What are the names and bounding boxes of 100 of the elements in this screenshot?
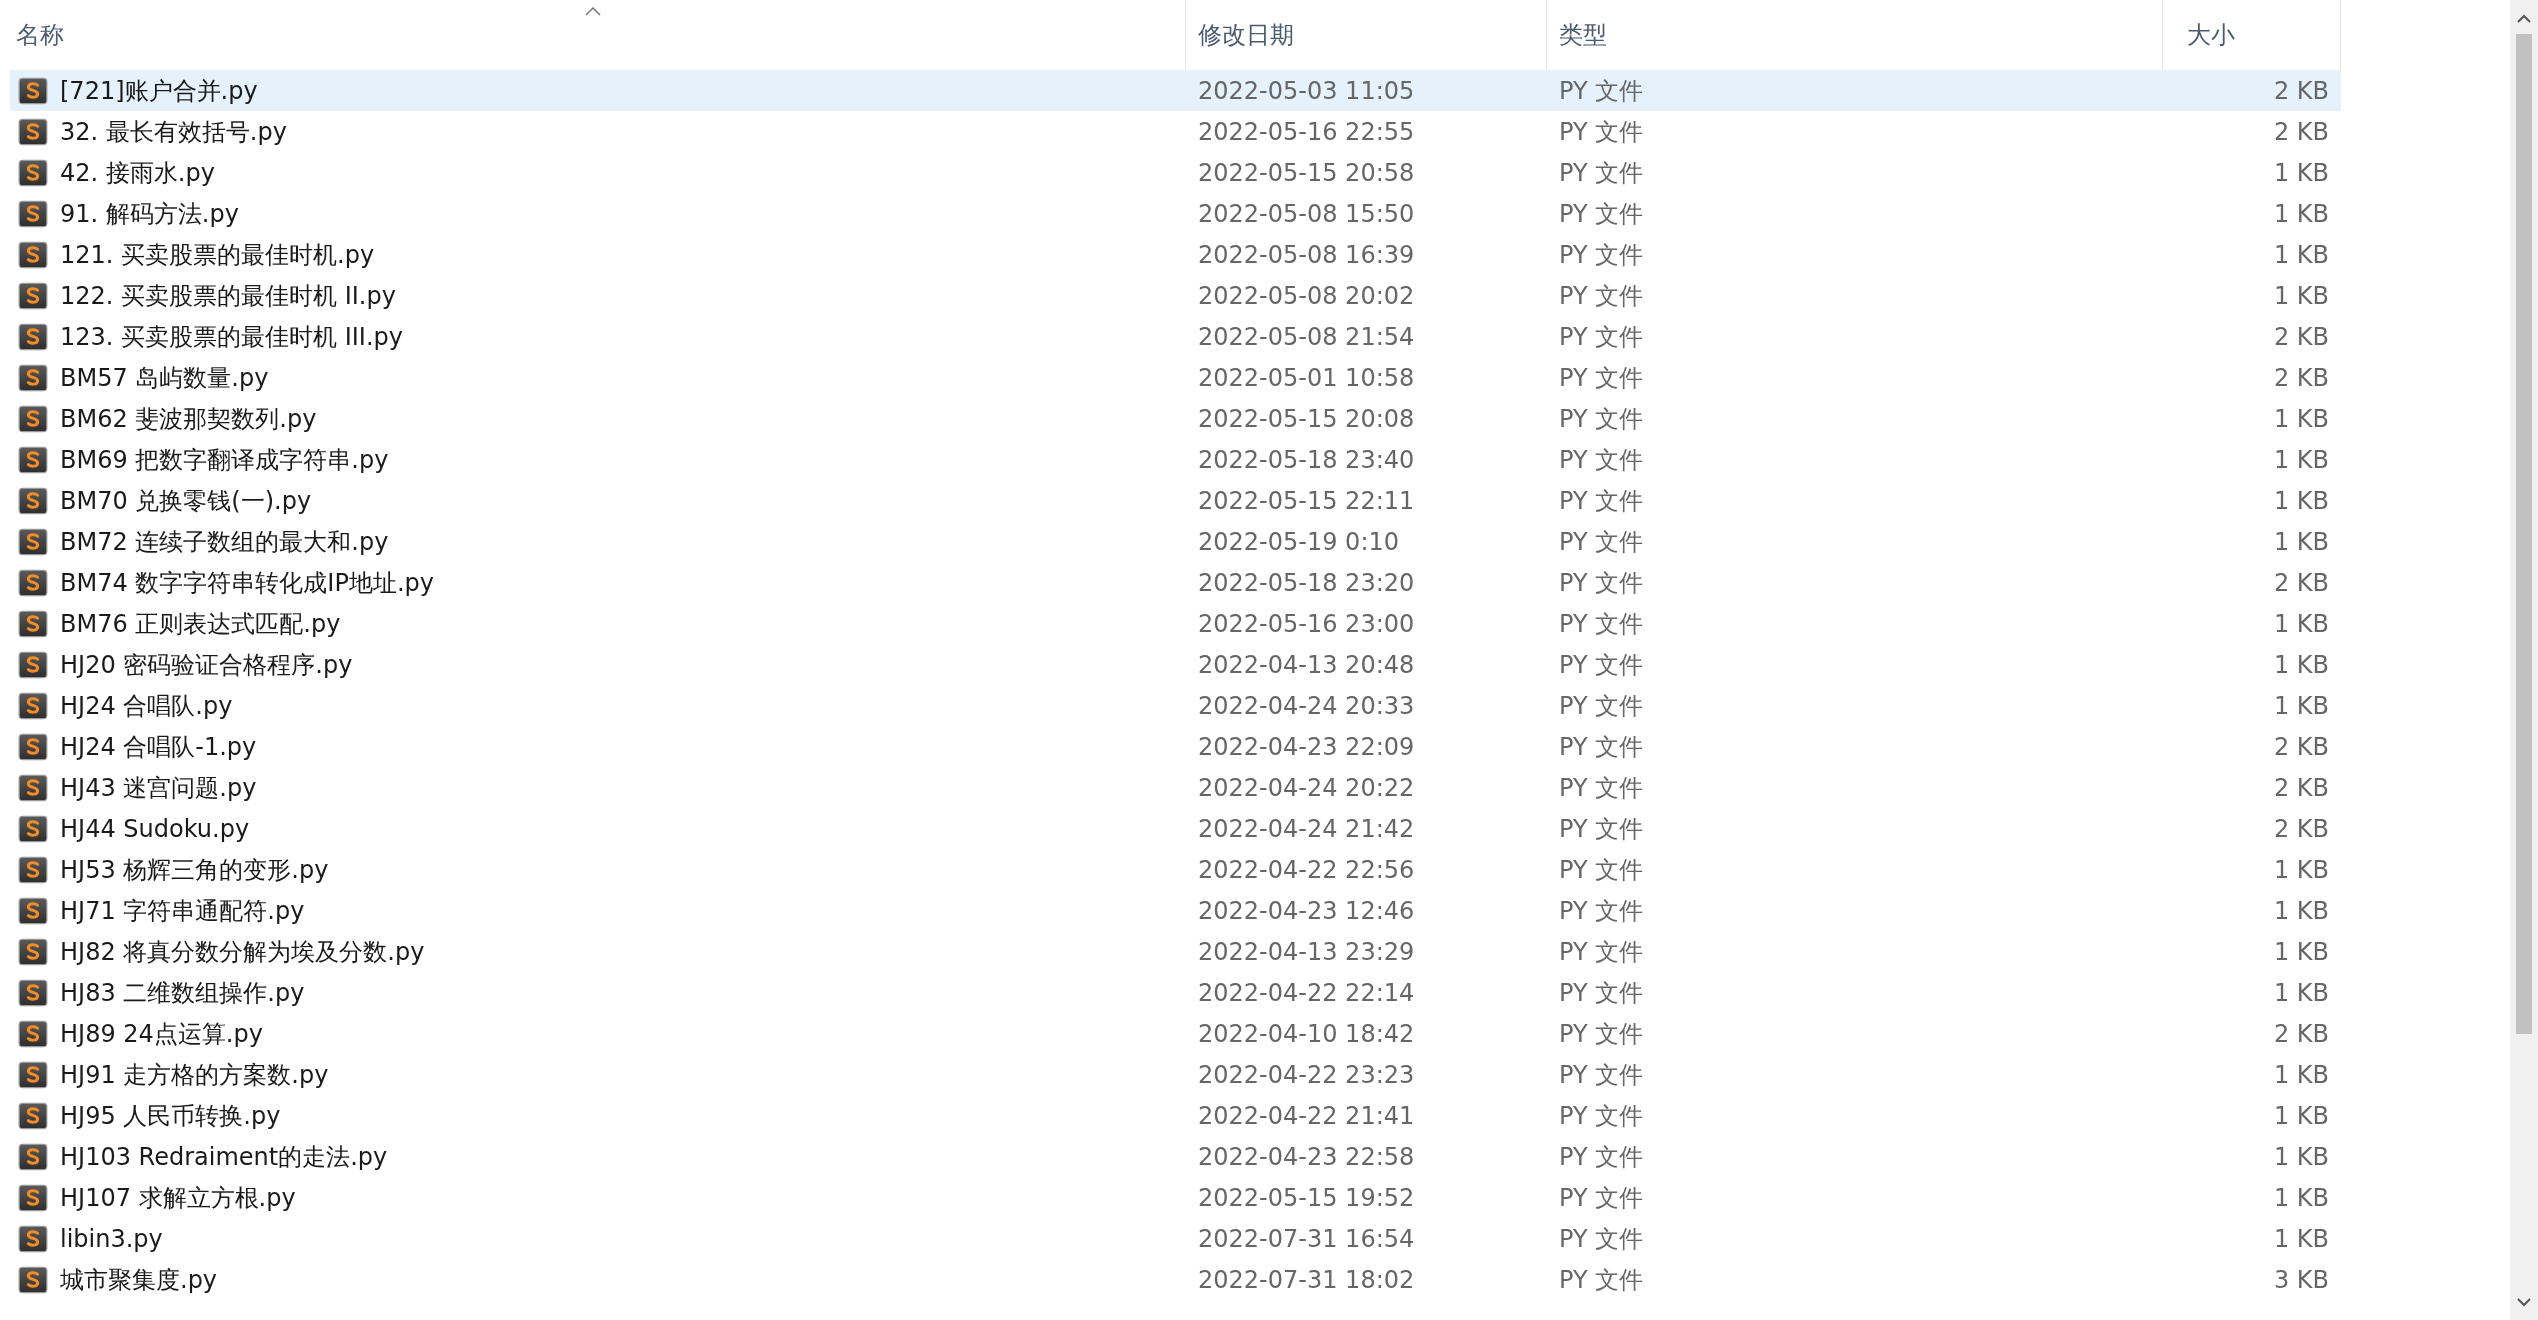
- file-row[interactable]: HJ24 合唱队.py 2022-04-24 20:33 PY 文件 1 KB: [10, 685, 2341, 726]
- file-size: 1 KB: [2272, 199, 2330, 228]
- file-icon: [18, 198, 48, 229]
- file-name: HJ53 杨辉三角的变形.py: [60, 854, 329, 886]
- file-name: 123. 买卖股票的最佳时机 III.py: [60, 321, 403, 353]
- file-name: HJ95 人民币转换.py: [60, 1100, 281, 1132]
- file-size: 2 KB: [2272, 363, 2330, 392]
- modified-date: 2022-05-19 0:10: [1197, 527, 1400, 556]
- modified-date: 2022-05-08 21:54: [1197, 322, 1416, 351]
- file-row[interactable]: BM69 把数字翻译成字符串.py 2022-05-18 23:40 PY 文件 1 KB: [10, 439, 2341, 480]
- file-row[interactable]: [721]账户合并.py 2022-05-03 11:05 PY 文件 2 KB: [10, 70, 2341, 111]
- file-row[interactable]: HJ24 合唱队-1.py 2022-04-23 22:09 PY 文件 2 KB: [10, 726, 2341, 767]
- modified-date: 2022-05-15 20:08: [1197, 404, 1416, 433]
- scrollbar-thumb[interactable]: [2516, 34, 2532, 1034]
- file-type: PY 文件: [1558, 854, 1645, 886]
- file-size: 1 KB: [2272, 1224, 2330, 1253]
- file-type: PY 文件: [1558, 403, 1645, 435]
- file-type: PY 文件: [1558, 567, 1645, 599]
- file-type: PY 文件: [1558, 444, 1645, 476]
- file-name: 121. 买卖股票的最佳时机.py: [60, 239, 375, 271]
- file-row[interactable]: HJ91 走方格的方案数.py 2022-04-22 23:23 PY 文件 1 KB: [10, 1054, 2341, 1095]
- file-icon: [18, 1264, 48, 1295]
- file-row[interactable]: BM76 正则表达式匹配.py 2022-05-16 23:00 PY 文件 1 KB: [10, 603, 2341, 644]
- file-name: HJ24 合唱队.py: [60, 690, 233, 722]
- modified-date: 2022-05-08 15:50: [1197, 199, 1416, 228]
- file-row[interactable]: HJ89 24点运算.py 2022-04-10 18:42 PY 文件 2 KB: [10, 1013, 2341, 1054]
- file-type: PY 文件: [1558, 321, 1645, 353]
- file-icon: [18, 977, 48, 1008]
- file-type: PY 文件: [1558, 1100, 1645, 1132]
- file-name: 122. 买卖股票的最佳时机 II.py: [60, 280, 396, 312]
- file-name: HJ89 24点运算.py: [60, 1018, 263, 1050]
- modified-date: 2022-05-18 23:40: [1197, 445, 1416, 474]
- file-row[interactable]: HJ53 杨辉三角的变形.py 2022-04-22 22:56 PY 文件 1 KB: [10, 849, 2341, 890]
- file-icon: [18, 690, 48, 721]
- file-row[interactable]: HJ71 字符串通配符.py 2022-04-23 12:46 PY 文件 1 KB: [10, 890, 2341, 931]
- file-row[interactable]: libin3.py 2022-07-31 16:54 PY 文件 1 KB: [10, 1218, 2341, 1259]
- file-row[interactable]: 91. 解码方法.py 2022-05-08 15:50 PY 文件 1 KB: [10, 193, 2341, 234]
- file-name: 城市聚集度.py: [60, 1264, 218, 1296]
- file-row[interactable]: HJ83 二维数组操作.py 2022-04-22 22:14 PY 文件 1 KB: [10, 972, 2341, 1013]
- file-row[interactable]: HJ95 人民币转换.py 2022-04-22 21:41 PY 文件 1 KB: [10, 1095, 2341, 1136]
- modified-date: 2022-04-10 18:42: [1197, 1019, 1416, 1048]
- file-row[interactable]: 121. 买卖股票的最佳时机.py 2022-05-08 16:39 PY 文件 1 KB: [10, 234, 2341, 275]
- file-name: HJ20 密码验证合格程序.py: [60, 649, 353, 681]
- file-size: 2 KB: [2272, 814, 2330, 843]
- file-row[interactable]: 123. 买卖股票的最佳时机 III.py 2022-05-08 21:54 PY 文件 2 KB: [10, 316, 2341, 357]
- modified-date: 2022-07-31 18:02: [1197, 1265, 1416, 1294]
- file-size: 2 KB: [2272, 1019, 2330, 1048]
- file-row[interactable]: 122. 买卖股票的最佳时机 II.py 2022-05-08 20:02 PY 文件 1 KB: [10, 275, 2341, 316]
- modified-date: 2022-05-01 10:58: [1197, 363, 1416, 392]
- file-type: PY 文件: [1558, 813, 1645, 845]
- file-row[interactable]: HJ107 求解立方根.py 2022-05-15 19:52 PY 文件 1 KB: [10, 1177, 2341, 1218]
- file-row[interactable]: BM74 数字字符串转化成IP地址.py 2022-05-18 23:20 PY 文件 2 KB: [10, 562, 2341, 603]
- modified-date: 2022-05-15 19:52: [1197, 1183, 1416, 1212]
- file-type: PY 文件: [1558, 526, 1645, 558]
- file-row[interactable]: HJ20 密码验证合格程序.py 2022-04-13 20:48 PY 文件 1 KB: [10, 644, 2341, 685]
- file-size: 1 KB: [2272, 1183, 2330, 1212]
- file-size: 1 KB: [2272, 158, 2330, 187]
- file-name: [721]账户合并.py: [60, 75, 258, 107]
- file-name: HJ107 求解立方根.py: [60, 1182, 296, 1214]
- scroll-up-icon[interactable]: [2517, 13, 2531, 23]
- modified-date: 2022-05-15 22:11: [1197, 486, 1416, 515]
- file-name: 91. 解码方法.py: [60, 198, 239, 230]
- file-size: 1 KB: [2272, 1101, 2330, 1130]
- file-icon: [18, 403, 48, 434]
- file-type: PY 文件: [1558, 772, 1645, 804]
- file-icon: [18, 362, 48, 393]
- file-row[interactable]: BM70 兑换零钱(一).py 2022-05-15 22:11 PY 文件 1 KB: [10, 480, 2341, 521]
- modified-date: 2022-04-23 22:58: [1197, 1142, 1416, 1171]
- file-row[interactable]: HJ82 将真分数分解为埃及分数.py 2022-04-13 23:29 PY 文件 1 KB: [10, 931, 2341, 972]
- file-type: PY 文件: [1558, 977, 1645, 1009]
- file-row[interactable]: BM62 斐波那契数列.py 2022-05-15 20:08 PY 文件 1 KB: [10, 398, 2341, 439]
- modified-date: 2022-04-22 22:14: [1197, 978, 1416, 1007]
- file-row[interactable]: 城市聚集度.py 2022-07-31 18:02 PY 文件 3 KB: [10, 1259, 2341, 1300]
- file-size: 1 KB: [2272, 691, 2330, 720]
- modified-date: 2022-04-24 20:22: [1197, 773, 1416, 802]
- file-type: PY 文件: [1558, 485, 1645, 517]
- file-row[interactable]: 42. 接雨水.py 2022-05-15 20:58 PY 文件 1 KB: [10, 152, 2341, 193]
- scroll-down-icon[interactable]: [2517, 1297, 2531, 1307]
- modified-date: 2022-05-18 23:20: [1197, 568, 1416, 597]
- file-row[interactable]: 32. 最长有效括号.py 2022-05-16 22:55 PY 文件 2 KB: [10, 111, 2341, 152]
- file-name: BM72 连续子数组的最大和.py: [60, 526, 389, 558]
- file-type: PY 文件: [1558, 75, 1645, 107]
- file-icon: [18, 485, 48, 516]
- file-name: 42. 接雨水.py: [60, 157, 215, 189]
- file-row[interactable]: HJ103 Redraiment的走法.py 2022-04-23 22:58 PY 文件 1 KB: [10, 1136, 2341, 1177]
- file-row[interactable]: HJ44 Sudoku.py 2022-04-24 21:42 PY 文件 2 KB: [10, 808, 2341, 849]
- file-type: PY 文件: [1558, 1059, 1645, 1091]
- modified-date: 2022-04-24 20:33: [1197, 691, 1416, 720]
- file-name: HJ44 Sudoku.py: [60, 814, 250, 843]
- file-row[interactable]: BM57 岛屿数量.py 2022-05-01 10:58 PY 文件 2 KB: [10, 357, 2341, 398]
- file-icon: [18, 608, 48, 639]
- file-row[interactable]: BM72 连续子数组的最大和.py 2022-05-19 0:10 PY 文件 1 KB: [10, 521, 2341, 562]
- file-type: PY 文件: [1558, 690, 1645, 722]
- file-size: 3 KB: [2272, 1265, 2330, 1294]
- modified-date: 2022-04-13 23:29: [1197, 937, 1416, 966]
- modified-date: 2022-04-22 23:23: [1197, 1060, 1416, 1089]
- file-name: HJ83 二维数组操作.py: [60, 977, 305, 1009]
- file-icon: [18, 1141, 48, 1172]
- file-row[interactable]: HJ43 迷宫问题.py 2022-04-24 20:22 PY 文件 2 KB: [10, 767, 2341, 808]
- file-type: PY 文件: [1558, 1223, 1645, 1255]
